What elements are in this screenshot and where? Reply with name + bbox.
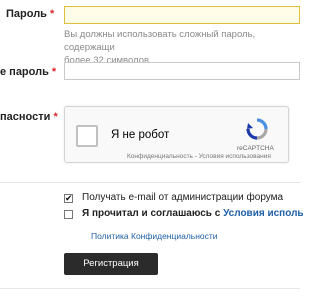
email-checkbox[interactable]: ✔ — [64, 194, 73, 203]
required-mark: * — [50, 8, 55, 20]
captcha-label: пасности — [0, 111, 51, 123]
recaptcha-text: Я не робот — [111, 129, 170, 141]
recaptcha-links[interactable]: Конфиденциальность - Условия использован… — [127, 153, 271, 160]
recaptcha-widget: Я не робот reCAPTCHA Конфиденциальность … — [64, 106, 289, 163]
recaptcha-logo-icon — [246, 118, 268, 140]
required-mark: * — [51, 66, 57, 78]
terms-link[interactable]: Условия исполь — [223, 208, 304, 219]
recaptcha-brand: reCAPTCHA — [237, 145, 274, 152]
recaptcha-checkbox[interactable] — [76, 125, 98, 147]
password-label: Пароль — [6, 8, 47, 20]
captcha-label-row: пасности * — [0, 111, 58, 123]
bottom-divider — [0, 288, 300, 289]
password-hint-line-1: Вы должны использовать сложный пароль, с… — [64, 29, 256, 53]
required-mark: * — [53, 111, 58, 123]
terms-prefix: Я прочитал и соглашаюсь с — [82, 208, 221, 219]
password-label-row: Пароль * — [6, 8, 54, 20]
terms-checkbox[interactable] — [64, 210, 73, 219]
password-input[interactable] — [64, 6, 300, 24]
terms-option: Я прочитал и соглашаюсь с Условия исполь — [82, 208, 304, 219]
confirm-password-input[interactable] — [64, 62, 300, 80]
section-divider — [0, 182, 300, 183]
register-button[interactable]: Регистрация — [64, 253, 158, 275]
confirm-password-label: е пароль — [0, 66, 49, 78]
privacy-policy-link[interactable]: Политика Конфиденциальности — [91, 231, 218, 241]
email-option-label: Получать e-mail от администрации форума — [82, 192, 284, 203]
confirm-password-label-row: е пароль * — [0, 66, 56, 78]
